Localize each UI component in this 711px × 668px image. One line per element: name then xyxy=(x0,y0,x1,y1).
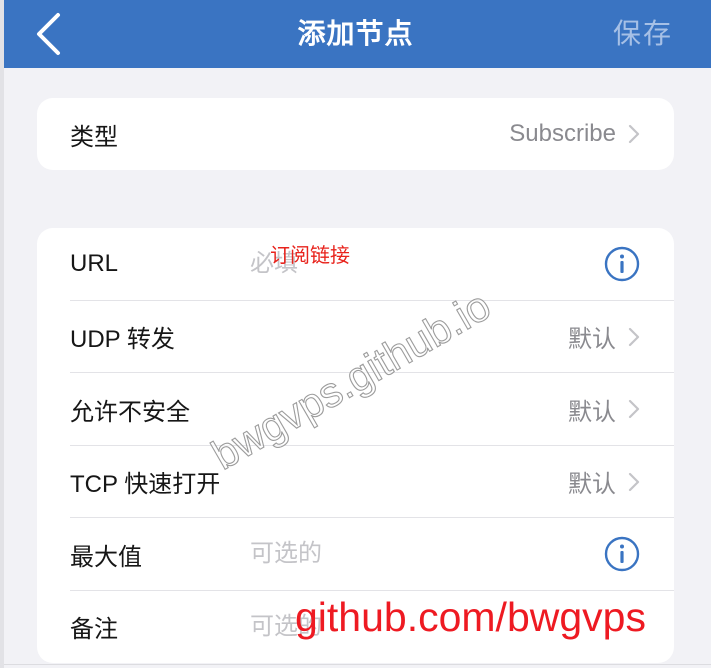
allow-insecure-row[interactable]: 允许不安全 默认 xyxy=(37,373,674,446)
allow-insecure-label: 允许不安全 xyxy=(70,398,190,426)
udp-relay-row[interactable]: UDP 转发 默认 xyxy=(37,301,674,374)
type-section: 类型 Subscribe xyxy=(37,98,674,170)
udp-relay-label: UDP 转发 xyxy=(70,326,175,354)
max-value-input[interactable] xyxy=(250,518,580,591)
chevron-right-icon xyxy=(628,400,640,419)
footer-link-annotation: github.com/bwgvps xyxy=(295,594,646,640)
tcp-fast-open-label: TCP 快速打开 xyxy=(70,471,221,499)
tcp-fast-open-selector: 默认 xyxy=(568,464,640,499)
url-annotation: 订阅链接 xyxy=(270,245,350,267)
udp-relay-selector: 默认 xyxy=(568,319,640,354)
allow-insecure-selector: 默认 xyxy=(568,392,640,427)
chevron-right-icon xyxy=(628,327,640,346)
info-icon xyxy=(604,537,640,572)
remark-label: 备注 xyxy=(70,616,118,644)
type-value: Subscribe xyxy=(509,120,616,147)
navigation-bar: 添加节点 保存 xyxy=(0,0,711,68)
type-selector: Subscribe xyxy=(509,120,640,148)
url-info-button[interactable] xyxy=(604,246,640,282)
max-value-row: 最大值 xyxy=(37,518,674,591)
bottom-divider xyxy=(0,664,711,665)
tcp-fast-open-row[interactable]: TCP 快速打开 默认 xyxy=(37,446,674,519)
screen-edge xyxy=(0,0,4,668)
type-row[interactable]: 类型 Subscribe xyxy=(37,98,674,170)
url-label: URL xyxy=(70,250,119,278)
udp-relay-value: 默认 xyxy=(568,326,616,354)
allow-insecure-value: 默认 xyxy=(568,398,616,426)
chevron-right-icon xyxy=(628,124,640,144)
type-label: 类型 xyxy=(70,123,118,151)
info-icon xyxy=(604,247,640,282)
page-title: 添加节点 xyxy=(297,18,414,49)
max-value-info-button[interactable] xyxy=(604,536,640,572)
url-row: URL xyxy=(37,228,674,301)
chevron-right-icon xyxy=(628,472,640,491)
tcp-fast-open-value: 默认 xyxy=(568,471,616,499)
max-value-label: 最大值 xyxy=(70,543,142,571)
save-button[interactable]: 保存 xyxy=(613,0,673,68)
